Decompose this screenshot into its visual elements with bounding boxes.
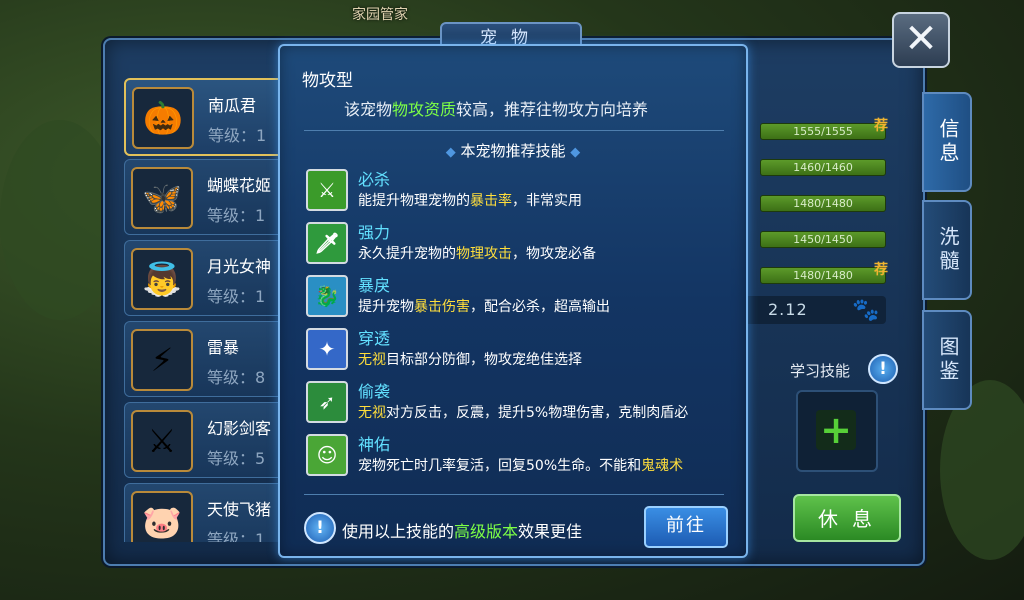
skill-name: 神佑	[358, 435, 391, 454]
ornament-icon: ◆	[570, 145, 581, 160]
pet-list-item[interactable]: ⚔ 幻影剑客等级：5	[124, 402, 280, 478]
pet-name: 月光女神	[207, 257, 272, 276]
pumpkin-pet-icon: 🎃	[132, 87, 194, 149]
stat-bar: 1460/1460	[760, 159, 886, 176]
goto-button[interactable]: 前往	[644, 506, 728, 548]
divider	[304, 494, 724, 495]
fury-dragon-icon: 🐉	[306, 275, 348, 317]
close-button[interactable]: ✕	[892, 12, 950, 68]
add-skill-button[interactable]: +	[796, 390, 878, 472]
pet-list-item[interactable]: ⚡ 雷暴等级：8	[124, 321, 280, 397]
skill-description: 能提升物理宠物的暴击率，非常实用	[358, 193, 582, 209]
skill-name: 必杀	[358, 170, 391, 189]
thunder-pet-icon: ⚡	[131, 329, 193, 391]
town-npc-label: 家园管家	[352, 7, 408, 23]
tab-refine[interactable]: 洗髓	[922, 200, 972, 300]
pet-name: 雷暴	[207, 338, 240, 357]
pierce-icon: ✦	[306, 328, 348, 370]
angel-pig-pet-icon: 🐷	[131, 491, 193, 542]
section-title: ◆ 本宠物推荐技能 ◆	[445, 142, 581, 160]
pet-level: 等级：8	[207, 368, 266, 387]
recommend-badge: 荐	[874, 118, 888, 134]
ornament-icon: ◆	[445, 145, 456, 160]
pet-list-item[interactable]: 🦋 蝴蝶花姬等级：1	[124, 159, 280, 235]
background-foliage	[0, 120, 120, 320]
rest-button[interactable]: 休息	[793, 494, 901, 542]
recommend-badge: 荐	[874, 262, 888, 278]
stat-bar: 1480/1480	[760, 267, 886, 284]
skill-description: 无视对方反击，反震，提升5%物理伤害，克制肉盾必	[358, 405, 689, 421]
skill-description: 无视目标部分防御，物攻宠绝佳选择	[358, 352, 582, 368]
pet-list-item[interactable]: 👼 月光女神等级：1	[124, 240, 280, 316]
stat-bar: 1555/1555	[760, 123, 886, 140]
pet-level: 等级：1	[207, 206, 266, 225]
pet-name: 天使飞猪	[207, 500, 272, 519]
dialog-description: 该宠物物攻资质较高，推荐往物攻方向培养	[344, 100, 649, 119]
info-icon[interactable]: !	[868, 354, 898, 384]
pet-level: 等级：1	[208, 126, 267, 145]
skill-row: ✦ 穿透无视目标部分防御，物攻宠绝佳选择	[304, 325, 734, 375]
plus-icon: +	[816, 410, 856, 450]
skill-name: 偷袭	[358, 382, 391, 401]
moon-goddess-pet-icon: 👼	[131, 248, 193, 310]
critical-strike-icon: ⚔	[306, 169, 348, 211]
pet-name: 南瓜君	[208, 96, 257, 115]
skill-row: ☺ 神佑宠物死亡时几率复活，回复50%生命。不能和鬼魂术	[304, 431, 734, 481]
skill-row: ➶ 偷袭无视对方反击，反震，提升5%物理伤害，克制肉盾必	[304, 378, 734, 428]
pet-list-item[interactable]: 🎃 南瓜君等级：1	[124, 78, 280, 156]
stat-bar: 1480/1480	[760, 195, 886, 212]
pet-level: 等级：1	[207, 530, 266, 542]
tab-info[interactable]: 信息	[922, 92, 972, 192]
dialog-title: 物攻型	[302, 71, 353, 91]
skill-name: 强力	[358, 223, 391, 242]
skill-row: ⚔ 必杀能提升物理宠物的暴击率，非常实用	[304, 166, 734, 216]
pet-list[interactable]: 🎃 南瓜君 等级：1 🦋 蝴蝶花姬 等级：1 👼 月光女神 等级：1 ⚡ 雷暴 等级：8 ⚔ 幻影剑客 等级…	[120, 74, 280, 542]
stat-bar: 1450/1450	[760, 231, 886, 248]
skill-name: 穿透	[358, 329, 391, 348]
skill-row: 🐉 暴戾提升宠物暴击伤害，配合必杀，超高输出	[304, 272, 734, 322]
butterfly-pet-icon: 🦋	[131, 167, 193, 229]
skill-description: 提升宠物暴击伤害，配合必杀，超高输出	[358, 299, 610, 315]
phantom-swordsman-pet-icon: ⚔	[131, 410, 193, 472]
footer-tip: 使用以上技能的高级版本效果更佳	[342, 522, 583, 541]
paw-icon: 🐾	[852, 298, 880, 323]
pet-name: 蝴蝶花姬	[207, 176, 272, 195]
skill-recommend-dialog: 物攻型 该宠物物攻资质较高，推荐往物攻方向培养 ◆ 本宠物推荐技能 ◆ ⚔ 必杀能…	[278, 44, 748, 558]
divine-bless-icon: ☺	[306, 434, 348, 476]
skill-description: 永久提升宠物的物理攻击，物攻宠必备	[358, 246, 596, 262]
pet-level: 等级：5	[207, 449, 266, 468]
learn-skill-label: 学习技能	[790, 362, 851, 380]
skill-description: 宠物死亡时几率复活，回复50%生命。不能和鬼魂术	[358, 458, 684, 474]
pet-level: 等级：1	[207, 287, 266, 306]
power-sword-icon: 🗡	[306, 222, 348, 264]
tab-codex[interactable]: 图鉴	[922, 310, 972, 410]
pet-list-item[interactable]: 🐷 天使飞猪等级：1	[124, 483, 280, 542]
skill-name: 暴戾	[358, 276, 391, 295]
pet-name: 幻影剑客	[207, 419, 272, 438]
divider	[304, 130, 724, 131]
sneak-attack-icon: ➶	[306, 381, 348, 423]
skill-row: 🗡 强力永久提升宠物的物理攻击，物攻宠必备	[304, 219, 734, 269]
info-icon: !	[304, 512, 336, 544]
